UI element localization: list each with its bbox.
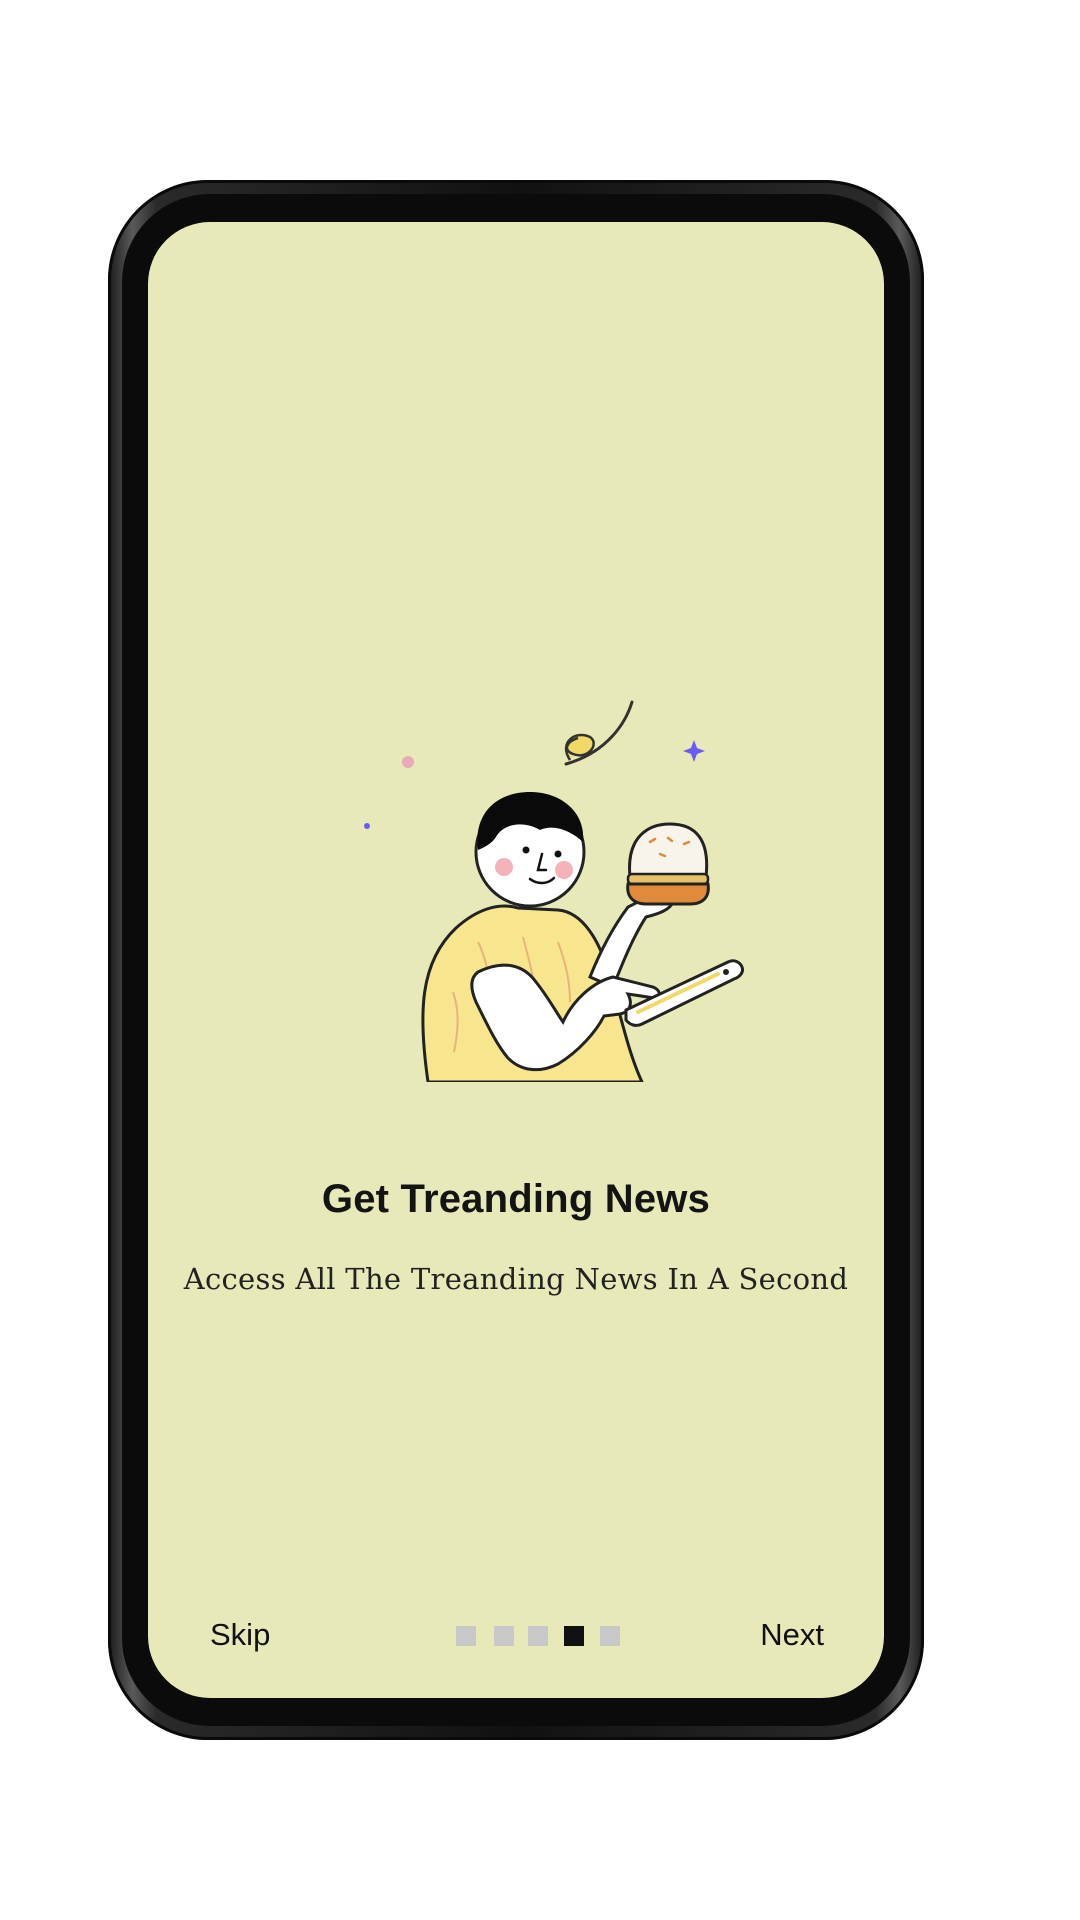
burger-icon	[626, 822, 710, 906]
next-button[interactable]: Next	[760, 1617, 824, 1653]
page-dot-5[interactable]	[600, 1626, 620, 1646]
onboarding-screen: Get Treanding News Access All The Treand…	[148, 222, 884, 1698]
onboarding-footer: Skip Next	[148, 1617, 884, 1667]
cheek	[495, 858, 513, 876]
page-dot-1[interactable]	[456, 1626, 476, 1646]
stage: Get Treanding News Access All The Treand…	[0, 0, 1080, 1920]
dot-decoration	[402, 756, 414, 768]
page-dot-3[interactable]	[528, 1626, 548, 1646]
onboarding-illustration	[364, 700, 744, 1082]
skip-button[interactable]: Skip	[210, 1617, 270, 1653]
onboarding-subtitle: Access All The Treanding News In A Secon…	[183, 1262, 849, 1296]
squiggle-loop	[564, 733, 595, 761]
page-dot-2[interactable]	[494, 1626, 514, 1646]
sparkle-icon	[683, 740, 705, 762]
raised-arm	[588, 892, 675, 989]
dot-decoration	[364, 823, 370, 829]
onboarding-title: Get Treanding News	[321, 1177, 711, 1221]
cheek	[555, 861, 573, 879]
page-dot-4[interactable]	[564, 1626, 584, 1646]
